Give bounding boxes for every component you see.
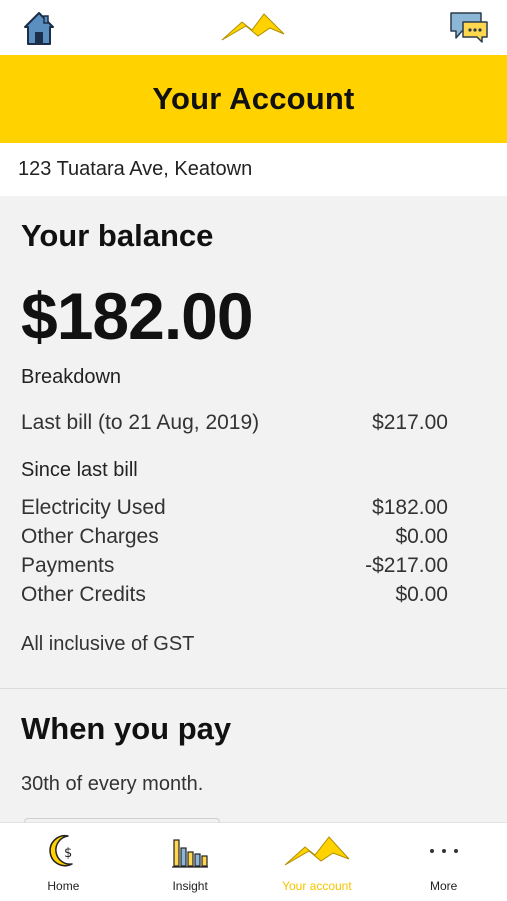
home-icon[interactable] [22, 10, 56, 46]
tab-home[interactable]: $ Home [0, 823, 127, 901]
tab-insight-label: Insight [172, 879, 208, 893]
mountain-logo-icon [221, 13, 285, 41]
charge-value: $0.00 [395, 525, 448, 548]
more-dots-icon [429, 849, 458, 853]
address-text: 123 Tuatara Ave, Keatown [18, 158, 253, 180]
charge-row: Other Charges $0.00 [21, 525, 448, 549]
balance-heading: Your balance [21, 218, 214, 253]
moon-dollar-icon: $ [49, 834, 74, 867]
charge-label: Electricity Used [21, 496, 166, 519]
since-last-bill-label: Since last bill [21, 459, 138, 481]
tab-your-account-label: Your account [282, 879, 352, 893]
charge-value: $182.00 [372, 496, 448, 519]
balance-amount: $182.00 [21, 279, 254, 353]
gst-note: All inclusive of GST [21, 633, 195, 655]
tab-home-label: Home [47, 879, 80, 893]
charge-label: Other Credits [21, 583, 146, 606]
top-bar [0, 0, 507, 55]
charge-row: Other Credits $0.00 [21, 583, 448, 607]
charge-label: Payments [21, 554, 115, 577]
account-address: 123 Tuatara Ave, Keatown [0, 143, 507, 196]
breakdown-label: Breakdown [21, 366, 122, 388]
charge-label: Other Charges [21, 525, 159, 548]
last-bill-row: Last bill (to 21 Aug, 2019) $217.00 [21, 411, 448, 435]
charge-row: Payments -$217.00 [21, 554, 448, 578]
bottom-tab-bar: $ Home Insight Your account More [0, 822, 507, 901]
tab-more-label: More [429, 879, 458, 893]
charge-value: $0.00 [395, 583, 448, 606]
tab-more[interactable]: More [380, 823, 507, 901]
balance-section: Your balance $182.00 Breakdown Last bill… [0, 196, 507, 689]
last-bill-label: Last bill (to 21 Aug, 2019) [21, 411, 260, 434]
bar-chart-icon [172, 839, 209, 868]
payment-day: 30th of every month. [21, 773, 204, 795]
page-title: Your Account [152, 81, 355, 116]
svg-text:$: $ [64, 846, 72, 861]
tab-insight[interactable]: Insight [127, 823, 254, 901]
when-you-pay-heading: When you pay [21, 711, 232, 746]
chat-icon[interactable] [448, 10, 490, 44]
last-bill-value: $217.00 [372, 411, 448, 434]
charge-value: -$217.00 [365, 554, 448, 577]
charge-row: Electricity Used $182.00 [21, 496, 448, 520]
tab-your-account[interactable]: Your account [254, 823, 381, 901]
page-banner: Your Account [0, 55, 507, 143]
mountain-logo-icon [284, 836, 350, 866]
when-you-pay-section: When you pay 30th of every month. [0, 689, 507, 823]
